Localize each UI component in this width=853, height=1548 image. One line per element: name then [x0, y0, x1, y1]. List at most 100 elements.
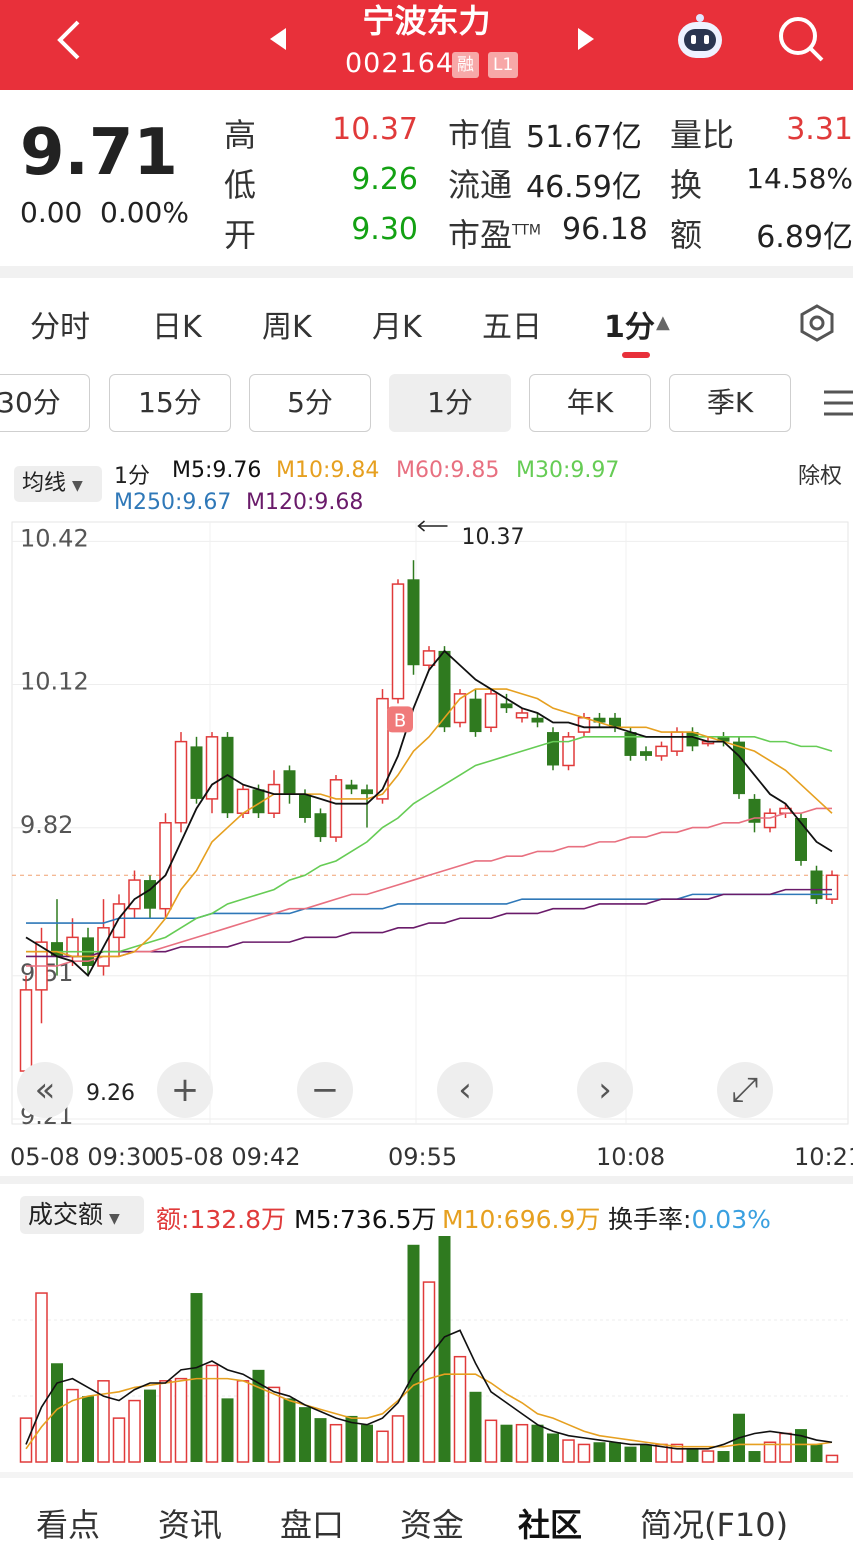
volume-bar	[469, 1391, 482, 1462]
volume-bar	[577, 1443, 591, 1463]
low-value: 9.26	[351, 162, 418, 197]
ma60-legend: M60:9.85	[396, 458, 500, 483]
volume-bar	[593, 1442, 606, 1462]
bottom-tab-4[interactable]: 社区	[518, 1500, 582, 1546]
amount-label: 额	[670, 216, 703, 254]
volume-bar	[825, 1454, 839, 1463]
robot-assistant-icon[interactable]	[672, 12, 728, 68]
tab-2[interactable]: 周K	[262, 302, 312, 346]
adjust-button[interactable]: 除权	[798, 458, 842, 490]
volume-select[interactable]: 成交额 ▼	[20, 1196, 144, 1234]
price-change-pct: 0.00%	[100, 196, 189, 229]
tab-1[interactable]: 日K	[152, 302, 202, 346]
volume-bar	[609, 1442, 621, 1462]
time-tick-4: 10:21	[794, 1143, 853, 1171]
level-tag: L1	[488, 52, 519, 78]
candle-body	[438, 650, 451, 728]
volume-bar	[144, 1389, 156, 1462]
candle-body	[190, 746, 203, 799]
bottom-tab-1[interactable]: 资讯	[158, 1500, 222, 1546]
tab-4[interactable]: 五日	[482, 302, 542, 346]
open-value: 9.30	[351, 212, 418, 247]
bottom-tab-3[interactable]: 资金	[400, 1500, 464, 1546]
subtab-2[interactable]: 5分	[249, 374, 371, 432]
subtab-5[interactable]: 季K	[669, 374, 791, 432]
zoom-out-icon[interactable]: −	[297, 1062, 353, 1118]
volume-amount-value: 132.8万	[189, 1205, 287, 1234]
volume-bar	[515, 1423, 529, 1463]
time-tick-3: 10:08	[596, 1143, 666, 1171]
candle-body	[825, 874, 839, 900]
low-annotation: 9.26	[86, 1081, 135, 1106]
subtab-0[interactable]: 30分	[0, 374, 90, 432]
ma250-legend: M250:9.67	[114, 490, 232, 515]
candle-body	[640, 751, 652, 756]
zoom-in-icon[interactable]: +	[157, 1062, 213, 1118]
tab-5[interactable]: 1分	[604, 302, 655, 346]
kline-chart[interactable]: 10.4210.129.829.519.2110.379.26B	[0, 518, 853, 1128]
price-tick: 10.12	[20, 668, 89, 696]
candle-body	[515, 712, 529, 719]
bottom-tab-2[interactable]: 盘口	[280, 1500, 344, 1546]
settings-hex-icon[interactable]	[798, 304, 836, 346]
candle-body	[376, 697, 389, 800]
pe-label: 市盈TTM	[448, 210, 541, 256]
current-price: 9.71	[20, 116, 178, 190]
volume-bar	[422, 1281, 436, 1463]
tab-expand-icon[interactable]: ▲	[656, 312, 670, 333]
ma120-legend: M120:9.68	[246, 490, 364, 515]
volume-bar	[329, 1423, 343, 1463]
candle-body	[299, 794, 311, 818]
scroll-start-icon[interactable]: «	[17, 1062, 73, 1118]
volume-bar	[267, 1386, 281, 1463]
volume-bar	[391, 1415, 405, 1463]
volume-bar	[51, 1363, 63, 1462]
turnover-value: 14.58%	[746, 162, 853, 195]
fullscreen-icon[interactable]: ⤢	[717, 1062, 773, 1118]
volume-bar	[717, 1451, 730, 1462]
price-change: 0.00	[20, 196, 83, 229]
time-tick-0: 05-08 09:30	[10, 1143, 157, 1171]
candle-body	[345, 784, 358, 790]
volume-bar	[640, 1444, 652, 1462]
next-stock-icon[interactable]	[576, 26, 596, 56]
ma-select[interactable]: 均线 ▼	[14, 466, 102, 502]
volume-ma5: M5:736.5万	[294, 1205, 437, 1234]
subtab-4[interactable]: 年K	[529, 374, 651, 432]
app-header: 宁波东力 002164 融 L1	[0, 0, 853, 90]
candle-body	[66, 936, 79, 958]
menu-icon[interactable]	[822, 388, 853, 422]
volume-amount-label: 额:	[156, 1205, 190, 1234]
turnover-label: 换手率:	[608, 1205, 692, 1234]
low-label: 低	[224, 166, 257, 204]
volume-bar	[128, 1399, 141, 1463]
volume-bar	[82, 1396, 94, 1462]
volume-bar	[19, 1417, 33, 1463]
search-icon[interactable]	[776, 14, 826, 68]
float-label: 流通	[448, 166, 513, 204]
subtab-1[interactable]: 15分	[109, 374, 231, 432]
bottom-tab-5[interactable]: 简况(F10)	[640, 1500, 788, 1546]
ma-select-label: 均线	[22, 471, 67, 496]
tab-0[interactable]: 分时	[30, 302, 90, 346]
candle-body	[469, 698, 482, 733]
candle-body	[577, 716, 591, 733]
bottom-tab-0[interactable]: 看点	[36, 1500, 100, 1546]
pan-left-icon[interactable]: ‹	[437, 1062, 493, 1118]
candle-body	[484, 693, 498, 729]
margin-tag: 融	[452, 52, 479, 78]
volume-turnover: 换手率:0.03%	[608, 1200, 771, 1236]
m10-line	[26, 688, 833, 958]
volume-bar	[361, 1424, 373, 1462]
volume-bar	[795, 1429, 807, 1462]
volume-bar	[314, 1418, 327, 1462]
tab-3[interactable]: 月K	[372, 302, 422, 346]
dropdown-icon: ▼	[109, 1211, 120, 1227]
candle-body	[144, 880, 156, 909]
pan-right-icon[interactable]: ›	[577, 1062, 633, 1118]
time-tick-2: 09:55	[388, 1143, 458, 1171]
volume-bar	[283, 1398, 296, 1462]
volume-chart[interactable]	[0, 1236, 853, 1466]
pe-label-text: 市盈	[448, 216, 513, 254]
subtab-3[interactable]: 1分	[389, 374, 511, 432]
